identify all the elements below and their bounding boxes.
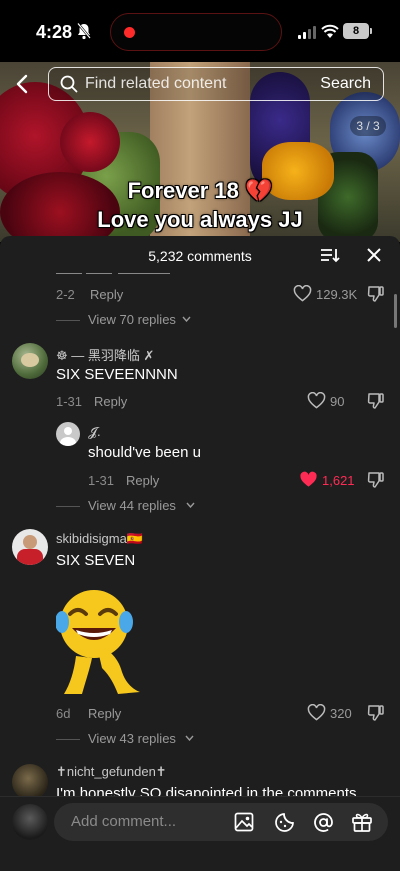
comments-count: 5,232 comments [148,248,252,264]
comment-date: 6d [56,706,71,721]
comment-text: SIX SEVEN [56,552,136,569]
avatar[interactable] [12,343,48,379]
avatar-shirt [17,549,43,565]
heart-icon[interactable] [293,285,312,302]
status-bar: 4:28 8 [0,0,400,62]
gift-icon[interactable] [351,811,373,833]
replies-divider [56,739,80,740]
comment-date: 2-2 [56,287,75,302]
like-count: 90 [330,394,345,409]
comment-username[interactable]: 𝓙. [88,424,101,440]
comment-text: should've been u [88,444,201,461]
dislike-icon[interactable] [367,704,385,722]
avatar[interactable] [12,529,48,565]
comment-username[interactable]: ✝nicht_gefunden✝ [56,764,167,780]
view-replies-button[interactable]: View 43 replies [88,731,176,746]
chevron-down-icon [182,316,191,322]
chevron-down-icon [186,502,195,508]
replies-divider [56,506,80,507]
photo-pager: 3 / 3 [350,116,386,136]
reply-button[interactable]: Reply [88,706,121,721]
replies-divider [56,320,80,321]
bell-off-icon [77,22,91,40]
close-icon[interactable] [366,247,382,263]
recording-indicator-icon [124,27,135,38]
comment-input-placeholder: Add comment... [71,813,177,830]
battery-indicator: 8 [343,23,369,39]
comment-username[interactable]: ☸ — 黑羽降临 ✗ [56,345,154,364]
search-input[interactable]: Find related content [85,75,226,93]
laughing-emoji-sticker[interactable] [56,576,142,696]
search-button[interactable]: Search [320,75,371,93]
view-replies-button[interactable]: View 70 replies [88,312,176,327]
dislike-icon[interactable] [367,471,385,489]
comment-date: 1-31 [88,473,115,488]
heart-filled-icon[interactable] [299,471,318,488]
avatar-figure [21,353,39,367]
cellular-signal-icon [298,26,316,39]
like-count: 1,621 [322,473,355,488]
status-time: 4:28 [36,22,73,42]
wifi-icon [321,24,339,38]
avatar[interactable] [12,764,48,800]
chevron-down-icon [185,735,194,741]
comment-username[interactable]: skibidisigma🇪🇸 [56,531,143,547]
dislike-icon[interactable] [367,285,385,303]
mention-icon[interactable] [313,812,334,833]
reply-button[interactable]: Reply [90,287,123,302]
sticker-icon[interactable] [274,812,295,833]
image-icon[interactable] [234,812,254,832]
battery-tip [370,28,372,34]
comment-text: SIX SEVEENNNN [56,366,178,383]
back-arrow-icon[interactable] [14,74,30,94]
comment-input[interactable]: Add comment... [54,803,388,841]
heart-icon[interactable] [307,704,326,721]
sort-icon[interactable] [320,247,340,263]
dynamic-island [110,13,282,51]
video-caption-line1: Forever 18 💔 [127,178,273,203]
truncated-comment-text [56,272,176,275]
dislike-icon[interactable] [367,392,385,410]
like-count: 320 [330,706,352,721]
video-caption-line2: Love you always JJ [97,207,303,232]
search-icon [60,75,78,93]
reply-button[interactable]: Reply [126,473,159,488]
search-bar[interactable]: Find related content Search [48,67,384,101]
video-rose [60,112,120,172]
heart-icon[interactable] [307,392,326,409]
avatar[interactable] [56,422,80,446]
comment-date: 1-31 [56,394,83,409]
like-count: 129.3K [316,287,358,302]
comments-scrollbar[interactable] [394,294,397,328]
my-avatar[interactable] [12,804,48,840]
avatar-head [64,427,72,435]
view-replies-button[interactable]: View 44 replies [88,498,176,513]
avatar-body [60,437,76,446]
avatar-head [23,535,37,549]
reply-button[interactable]: Reply [94,394,127,409]
